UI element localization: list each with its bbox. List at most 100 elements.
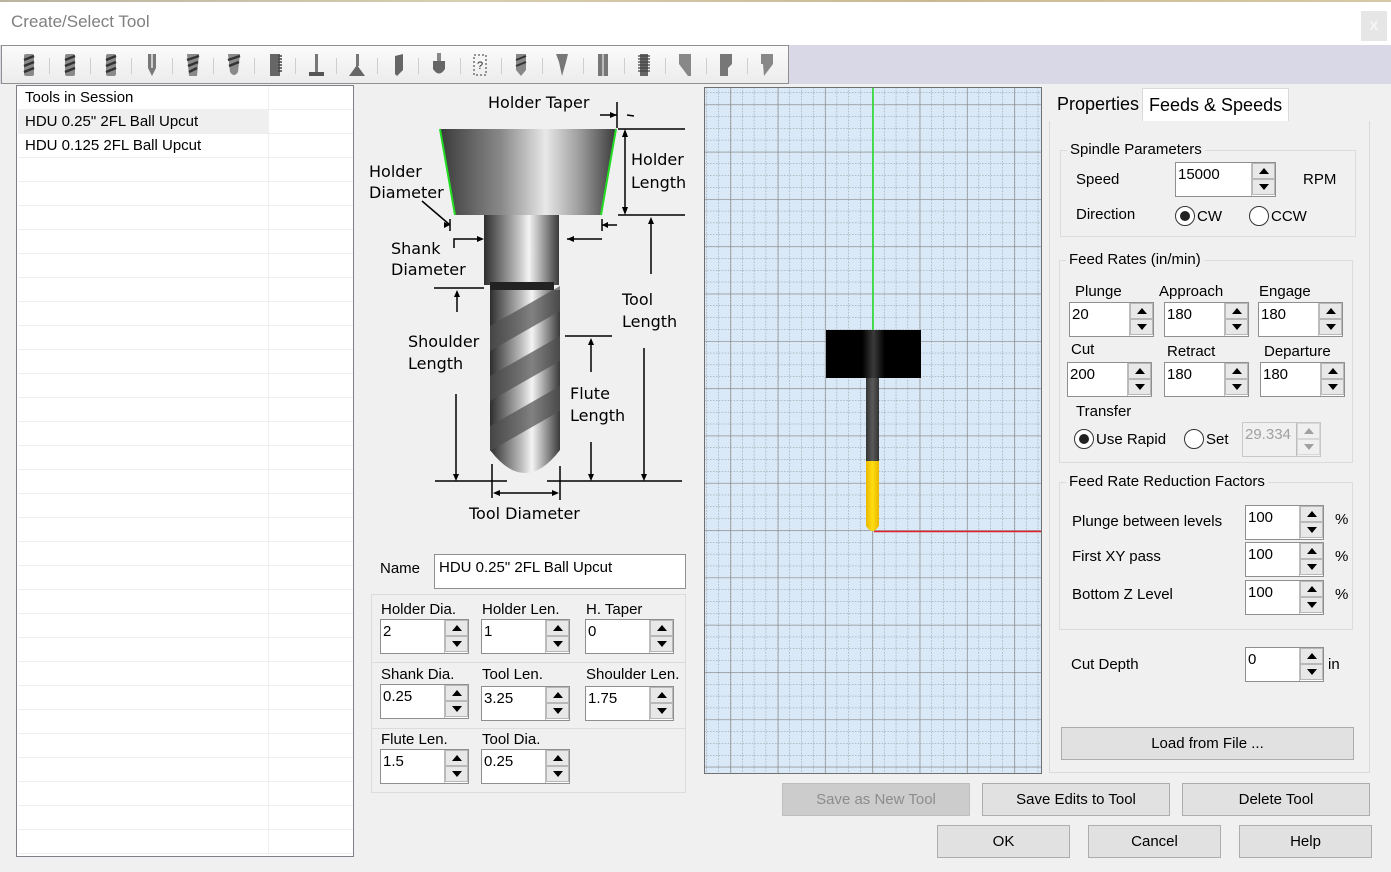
tool-preview-viewport[interactable] xyxy=(704,87,1042,774)
increment-button[interactable] xyxy=(1297,423,1320,439)
retract-rate-spinner[interactable]: 180 xyxy=(1164,362,1249,397)
transfer-use-rapid-radio[interactable]: Use Rapid xyxy=(1074,429,1166,449)
toolbar-dovetail-cutter-button[interactable] xyxy=(336,50,377,80)
increment-button[interactable] xyxy=(445,685,468,701)
spinner-value[interactable]: 0.25 xyxy=(484,753,513,770)
direction-cw-radio[interactable]: CW xyxy=(1175,206,1222,226)
spinner-value[interactable]: 1.75 xyxy=(588,690,617,707)
flute-len-spinner[interactable]: 1.5 xyxy=(380,749,469,784)
spinner-value[interactable]: 15000 xyxy=(1178,166,1220,183)
spinner-value[interactable]: 1.5 xyxy=(383,753,404,770)
tool-dia-spinner[interactable]: 0.25 xyxy=(481,749,570,784)
plunge-rate-spinner[interactable]: 20 xyxy=(1069,302,1154,337)
spinner-value[interactable]: 180 xyxy=(1167,366,1192,383)
spinner-value[interactable]: 100 xyxy=(1248,584,1273,601)
approach-rate-spinner[interactable]: 180 xyxy=(1164,302,1249,337)
spinner-value[interactable]: 180 xyxy=(1263,366,1288,383)
decrement-button[interactable] xyxy=(650,636,673,652)
decrement-button[interactable] xyxy=(1300,522,1323,538)
engage-rate-spinner[interactable]: 180 xyxy=(1258,302,1343,337)
toolbar-corner-round-tool-button[interactable] xyxy=(705,50,747,80)
save-as-new-tool-button[interactable]: Save as New Tool xyxy=(782,783,970,816)
toolbar-flat-end-mill-button[interactable] xyxy=(582,50,624,80)
holder-len-spinner[interactable]: 1 xyxy=(481,619,570,654)
toolbar-angled-tip-tool-button[interactable] xyxy=(746,50,788,80)
increment-button[interactable] xyxy=(445,620,468,636)
decrement-button[interactable] xyxy=(445,636,468,652)
tool-list-item[interactable]: HDU 0.25" 2FL Ball Upcut xyxy=(18,110,353,134)
decrement-button[interactable] xyxy=(1252,179,1275,195)
tool-list-item[interactable]: HDU 0.125 2FL Ball Upcut xyxy=(18,134,353,158)
decrement-button[interactable] xyxy=(1225,319,1248,335)
decrement-button[interactable] xyxy=(1300,597,1323,613)
spinner-value[interactable]: 0.25 xyxy=(383,688,412,705)
spinner-value[interactable]: 3.25 xyxy=(484,690,513,707)
increment-button[interactable] xyxy=(1130,303,1153,319)
shank-dia-spinner[interactable]: 0.25 xyxy=(380,684,469,719)
cut-rate-spinner[interactable]: 200 xyxy=(1067,362,1152,397)
first-xy-pass-spinner[interactable]: 100 xyxy=(1245,542,1324,577)
decrement-button[interactable] xyxy=(1300,664,1323,680)
increment-button[interactable] xyxy=(1321,363,1344,379)
close-button[interactable]: x xyxy=(1361,11,1387,41)
spinner-value[interactable]: 100 xyxy=(1248,546,1273,563)
spinner-value[interactable]: 0 xyxy=(588,623,596,640)
h-taper-spinner[interactable]: 0 xyxy=(585,619,674,654)
toolbar-spiral-end-mill-button[interactable] xyxy=(49,50,90,80)
increment-button[interactable] xyxy=(650,620,673,636)
decrement-button[interactable] xyxy=(1128,379,1151,395)
increment-button[interactable] xyxy=(1225,363,1248,379)
decrement-button[interactable] xyxy=(546,766,569,782)
shoulder-len-spinner[interactable]: 1.75 xyxy=(585,686,674,721)
direction-ccw-radio[interactable]: CCW xyxy=(1249,206,1307,226)
tools-in-session-list[interactable]: Tools in Session HDU 0.25" 2FL Ball Upcu… xyxy=(16,85,354,857)
decrement-button[interactable] xyxy=(650,703,673,719)
increment-button[interactable] xyxy=(1300,648,1323,664)
toolbar-spiral-end-mill-button[interactable] xyxy=(8,50,49,80)
plunge-between-levels-spinner[interactable]: 100 xyxy=(1245,505,1324,540)
increment-button[interactable] xyxy=(546,620,569,636)
toolbar-ball-end-button[interactable] xyxy=(418,50,459,80)
tab-properties[interactable]: Properties xyxy=(1051,88,1145,121)
toolbar-engraving-tool-button[interactable] xyxy=(377,50,418,80)
bottom-z-level-spinner[interactable]: 100 xyxy=(1245,580,1324,615)
decrement-button[interactable] xyxy=(1319,319,1342,335)
toolbar-tapered-ball-button[interactable] xyxy=(213,50,254,80)
spinner-value[interactable]: 100 xyxy=(1248,509,1273,526)
toolbar-t-slot-cutter-button[interactable] xyxy=(295,50,336,80)
increment-button[interactable] xyxy=(1319,303,1342,319)
decrement-button[interactable] xyxy=(1321,379,1344,395)
delete-tool-button[interactable]: Delete Tool xyxy=(1182,783,1370,816)
decrement-button[interactable] xyxy=(445,766,468,782)
increment-button[interactable] xyxy=(1252,163,1275,179)
cut-depth-spinner[interactable]: 0 xyxy=(1245,647,1324,682)
toolbar-thread-mill-button[interactable] xyxy=(254,50,295,80)
spinner-value[interactable]: 200 xyxy=(1070,366,1095,383)
toolbar-v-bit-button[interactable] xyxy=(131,50,172,80)
increment-button[interactable] xyxy=(546,750,569,766)
tool-len-spinner[interactable]: 3.25 xyxy=(481,686,570,721)
spinner-value[interactable]: 0 xyxy=(1248,651,1256,668)
increment-button[interactable] xyxy=(1300,543,1323,559)
decrement-button[interactable] xyxy=(1297,439,1320,455)
decrement-button[interactable] xyxy=(445,701,468,717)
ok-button[interactable]: OK xyxy=(937,825,1070,858)
increment-button[interactable] xyxy=(1300,506,1323,522)
spindle-speed-spinner[interactable]: 15000 xyxy=(1175,162,1276,197)
help-button[interactable]: Help xyxy=(1239,825,1372,858)
spinner-value[interactable]: 20 xyxy=(1072,306,1089,323)
spinner-value[interactable]: 180 xyxy=(1261,306,1286,323)
spinner-value[interactable]: 1 xyxy=(484,623,492,640)
decrement-button[interactable] xyxy=(1300,559,1323,575)
save-edits-button[interactable]: Save Edits to Tool xyxy=(982,783,1170,816)
toolbar-custom-tool-button[interactable]: ? xyxy=(459,50,501,80)
toolbar-drill-bit-button[interactable] xyxy=(500,50,542,80)
decrement-button[interactable] xyxy=(1130,319,1153,335)
cancel-button[interactable]: Cancel xyxy=(1088,825,1221,858)
toolbar-tapered-spiral-button[interactable] xyxy=(172,50,213,80)
tab-feeds-speeds[interactable]: Feeds & Speeds xyxy=(1142,88,1290,121)
transfer-set-radio[interactable]: Set xyxy=(1184,429,1229,449)
spinner-value[interactable]: 29.334 xyxy=(1245,426,1291,443)
holder-dia-spinner[interactable]: 2 xyxy=(380,619,469,654)
spinner-value[interactable]: 180 xyxy=(1167,306,1192,323)
